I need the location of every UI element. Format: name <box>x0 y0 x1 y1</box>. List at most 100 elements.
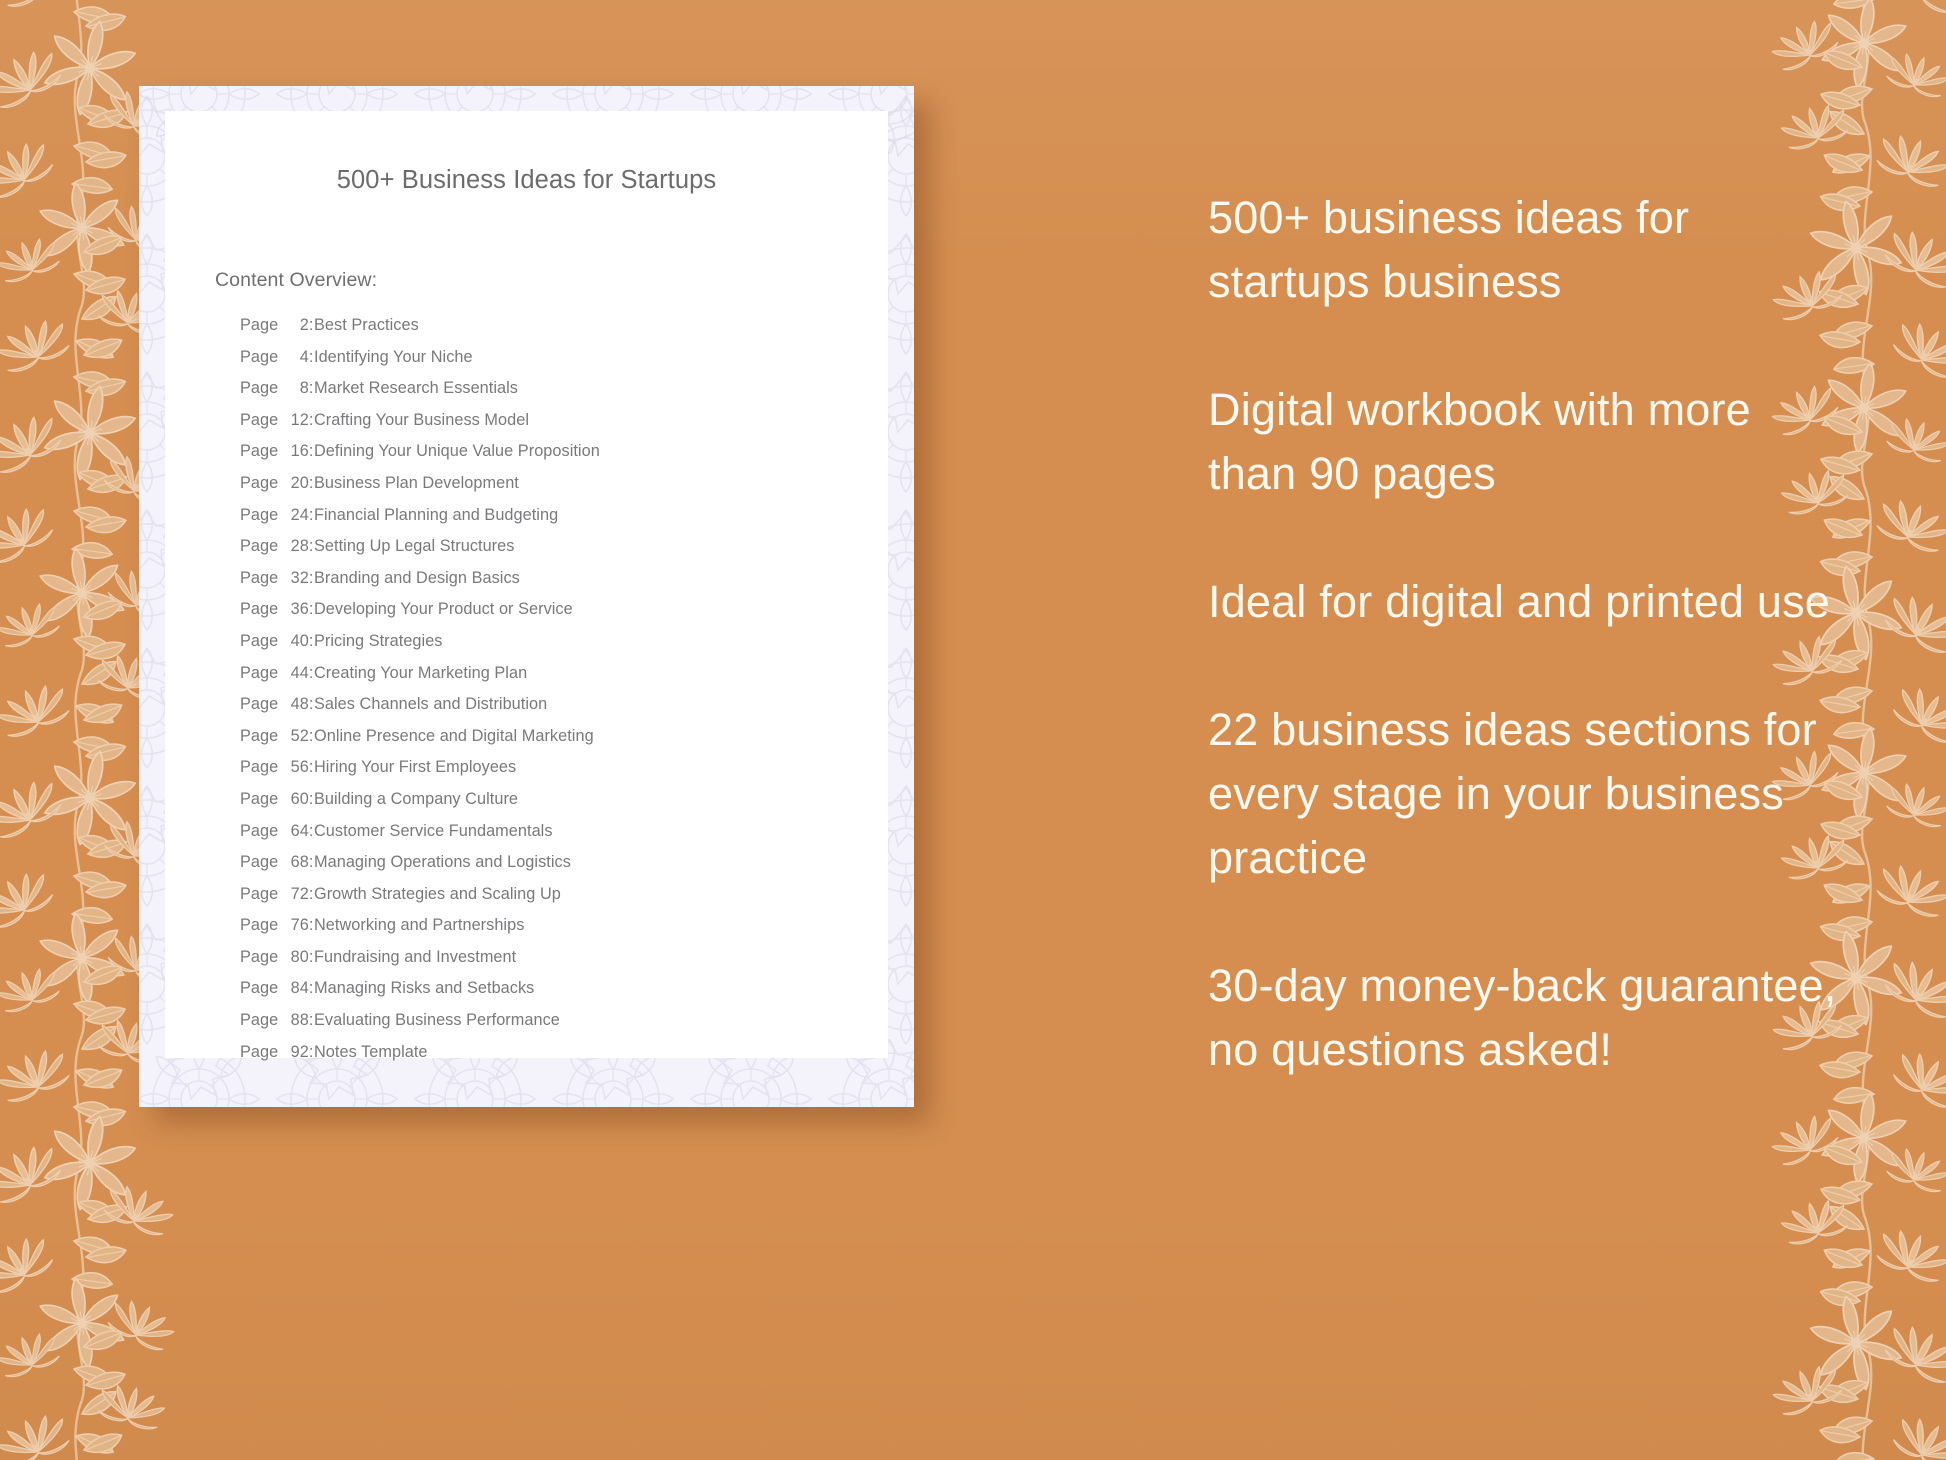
toc-row-page-number: 88 <box>290 1011 309 1030</box>
toc-row-page-number: 84 <box>290 979 309 998</box>
marketing-block: 22 business ideas sections for every sta… <box>1208 704 1817 883</box>
toc-row-page: Page 52: <box>240 726 314 745</box>
toc-row-title: Evaluating Business Performance <box>314 1011 560 1030</box>
toc-row-page-number: 16 <box>290 442 309 461</box>
toc-row-title: Branding and Design Basics <box>314 568 520 587</box>
toc-row-title: Building a Company Culture <box>314 789 519 808</box>
toc-row-page: Page 64: <box>240 821 314 840</box>
toc-row[interactable]: Page 72: Growth Strategies and Scaling Up <box>240 885 874 917</box>
toc-row-page: Page 2: <box>240 316 314 334</box>
toc-row-page-number: 4 <box>299 347 309 366</box>
toc-row-page: Page 48: <box>240 695 314 714</box>
toc-row-title: Notes Template <box>314 1042 428 1061</box>
toc-row-page: Page 80: <box>240 947 314 966</box>
toc-row-page-number: 76 <box>290 916 309 935</box>
toc-row[interactable]: Page 56: Hiring Your First Employees <box>240 758 874 790</box>
toc-row[interactable]: Page 4: Identifying Your Niche <box>240 348 874 380</box>
marketing-block: 500+ business ideas for startups busines… <box>1208 192 1690 307</box>
table-of-contents: Page 2: Best Practices Page 4: Identifying … <box>240 316 874 1074</box>
content-overview-label: Content Overview: <box>215 269 378 291</box>
toc-row[interactable]: Page 24: Financial Planning and Budgeting <box>240 506 874 538</box>
toc-row-page-number: 24 <box>290 505 309 524</box>
toc-row-page-number: 12 <box>290 410 309 429</box>
toc-row[interactable]: Page 80: Fundraising and Investment <box>240 948 874 980</box>
toc-row-title: Pricing Strategies <box>314 631 443 650</box>
toc-row[interactable]: Page 48: Sales Channels and Distribution <box>240 695 874 727</box>
toc-row-page: Page 8: <box>240 379 314 398</box>
toc-row-title: Fundraising and Investment <box>314 947 517 966</box>
toc-row-page: Page 4: <box>240 347 314 366</box>
toc-row-page-number: 32 <box>290 568 309 587</box>
toc-row-title: Customer Service Fundamentals <box>314 821 553 840</box>
toc-row[interactable]: Page 28: Setting Up Legal Structures <box>240 537 874 569</box>
toc-row-page: Page 56: <box>240 758 314 777</box>
marketing-copy-column: 500+ business ideas for startups busines… <box>1208 186 1848 1082</box>
toc-row-page: Page 12: <box>240 410 314 429</box>
toc-row-page: Page 68: <box>240 853 314 872</box>
toc-row-page-number: 20 <box>290 473 309 492</box>
toc-row-page: Page 20: <box>240 473 314 492</box>
toc-row[interactable]: Page 68: Managing Operations and Logistic… <box>240 853 874 885</box>
marketing-block: 30-day money-back guarantee, no question… <box>1208 960 1837 1075</box>
toc-row-page-number: 48 <box>290 695 309 714</box>
document-title: 500+ Business Ideas for Startups <box>336 166 717 194</box>
toc-row[interactable]: Page 64: Customer Service Fundamentals <box>240 822 874 854</box>
toc-row-page-number: 36 <box>290 600 309 619</box>
toc-row-page: Page 24: <box>240 505 314 524</box>
toc-row-title: Sales Channels and Distribution <box>314 695 548 714</box>
toc-row-page-number: 2 <box>299 316 309 334</box>
toc-row[interactable]: Page 76: Networking and Partnerships <box>240 916 874 948</box>
toc-row-page: Page 84: <box>240 979 314 998</box>
toc-row-title: Developing Your Product or Service <box>314 600 573 619</box>
toc-row-page-number: 52 <box>290 726 309 745</box>
toc-row-page: Page 16: <box>240 442 314 461</box>
toc-row-page: Page 88: <box>240 1011 314 1030</box>
toc-row-page-number: 40 <box>290 631 309 650</box>
toc-row-page-number: 68 <box>290 853 309 872</box>
toc-row[interactable]: Page 16: Defining Your Unique Value Propo… <box>240 442 874 474</box>
toc-row-title: Business Plan Development <box>314 473 519 492</box>
toc-row-page-number: 44 <box>290 663 309 682</box>
toc-row[interactable]: Page 88: Evaluating Business Performance <box>240 1011 874 1043</box>
toc-row[interactable]: Page 2: Best Practices <box>240 316 874 348</box>
toc-row-page-number: 64 <box>290 821 309 840</box>
toc-row-page: Page 76: <box>240 916 314 935</box>
document-page: 500+ Business Ideas for Startups Content… <box>165 111 888 1061</box>
toc-row-title: Identifying Your Niche <box>314 347 473 366</box>
toc-row-page: Page 32: <box>240 568 314 587</box>
toc-row[interactable]: Page 20: Business Plan Development <box>240 474 874 506</box>
toc-row[interactable]: Page 84: Managing Risks and Setbacks <box>240 979 874 1011</box>
toc-row-title: Market Research Essentials <box>314 379 518 398</box>
toc-row-page: Page 72: <box>240 884 314 903</box>
toc-row-page: Page 40: <box>240 631 314 650</box>
toc-row[interactable]: Page 32: Branding and Design Basics <box>240 569 874 601</box>
toc-row-title: Creating Your Marketing Plan <box>314 663 528 682</box>
toc-row-page: Page 28: <box>240 537 314 556</box>
toc-row[interactable]: Page 36: Developing Your Product or Servi… <box>240 600 874 632</box>
toc-row-title: Networking and Partnerships <box>314 916 525 935</box>
toc-row-page: Page 44: <box>240 663 314 682</box>
toc-row-page: Page 60: <box>240 789 314 808</box>
toc-row[interactable]: Page 40: Pricing Strategies <box>240 632 874 664</box>
toc-row[interactable]: Page 44: Creating Your Marketing Plan <box>240 664 874 696</box>
document-card[interactable]: 500+ Business Ideas for Startups Content… <box>139 86 914 1107</box>
toc-row-page-number: 72 <box>290 884 309 903</box>
toc-row-page-number: 28 <box>290 537 309 556</box>
toc-row-page-number: 60 <box>290 789 309 808</box>
toc-row-page-number: 80 <box>290 947 309 966</box>
toc-row[interactable]: Page 52: Online Presence and Digital Mark… <box>240 727 874 759</box>
toc-row[interactable]: Page 60: Building a Company Culture <box>240 790 874 822</box>
toc-row-title: Defining Your Unique Value Proposition <box>314 442 600 461</box>
marketing-block: Digital workbook with more than 90 pages <box>1208 384 1751 499</box>
toc-row-title: Managing Operations and Logistics <box>314 853 571 872</box>
toc-row-page: Page 92: <box>240 1042 314 1061</box>
toc-row-title: Best Practices <box>314 316 419 334</box>
toc-row[interactable]: Page 8: Market Research Essentials <box>240 379 874 411</box>
toc-row[interactable]: Page 92: Notes Template <box>240 1043 874 1075</box>
toc-row-page-number: 92 <box>290 1042 309 1061</box>
toc-row-title: Online Presence and Digital Marketing <box>314 726 594 745</box>
toc-row-title: Financial Planning and Budgeting <box>314 505 559 524</box>
marketing-block: Ideal for digital and printed use <box>1208 576 1831 627</box>
toc-row[interactable]: Page 12: Crafting Your Business Model <box>240 411 874 443</box>
toc-row-title: Crafting Your Business Model <box>314 410 529 429</box>
